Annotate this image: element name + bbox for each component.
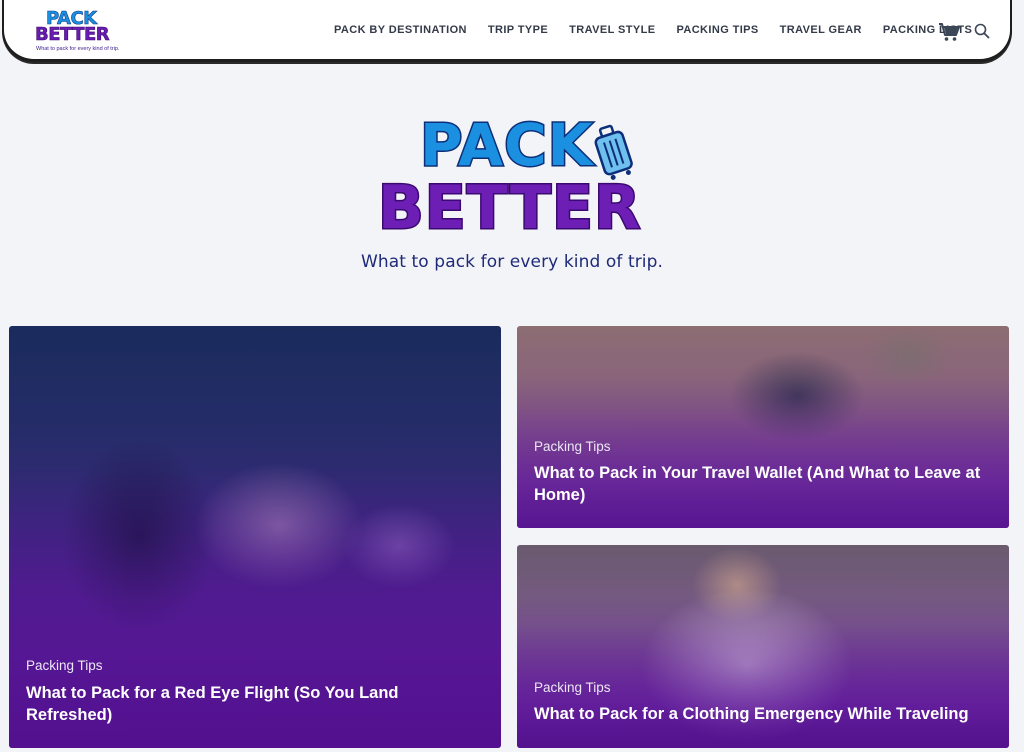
post-category[interactable]: Packing Tips — [534, 439, 611, 454]
card-image-overlay — [517, 595, 1009, 748]
post-title[interactable]: What to Pack for a Clothing Emergency Wh… — [534, 703, 992, 725]
site-header: PACK BETTER What to pack for every kind … — [2, 0, 1012, 62]
post-card-clothing-emergency[interactable]: Packing Tips What to Pack for a Clothing… — [517, 545, 1009, 748]
post-category[interactable]: Packing Tips — [26, 658, 103, 673]
search-icon[interactable] — [974, 23, 990, 39]
main-nav: PACK BY DESTINATION TRIP TYPE TRAVEL STY… — [334, 24, 972, 36]
nav-packing-tips[interactable]: PACKING TIPS — [676, 24, 758, 36]
cart-icon[interactable] — [938, 22, 960, 42]
post-card-travel-wallet[interactable]: Packing Tips What to Pack in Your Travel… — [517, 326, 1009, 528]
hero-word-better: BETTER — [376, 173, 642, 243]
nav-trip-type[interactable]: TRIP TYPE — [488, 24, 548, 36]
site-logo[interactable]: PACK BETTER What to pack for every kind … — [34, 6, 120, 54]
nav-travel-style[interactable]: TRAVEL STYLE — [569, 24, 655, 36]
nav-travel-gear[interactable]: TRAVEL GEAR — [780, 24, 862, 36]
post-card-red-eye[interactable]: Packing Tips What to Pack for a Red Eye … — [9, 326, 501, 748]
post-category[interactable]: Packing Tips — [534, 680, 611, 695]
hero-tagline: What to pack for every kind of trip. — [360, 252, 664, 272]
hero-word-pack: PACK — [419, 111, 595, 179]
hero-logo: PACK BETTER What to pack for every kind … — [0, 110, 1024, 290]
nav-pack-by-destination[interactable]: PACK BY DESTINATION — [334, 24, 467, 36]
post-title[interactable]: What to Pack in Your Travel Wallet (And … — [534, 462, 992, 506]
logo-tagline: What to pack for every kind of trip. — [36, 46, 120, 52]
logo-word-better: BETTER — [35, 24, 110, 46]
post-title[interactable]: What to Pack for a Red Eye Flight (So Yo… — [26, 682, 484, 726]
